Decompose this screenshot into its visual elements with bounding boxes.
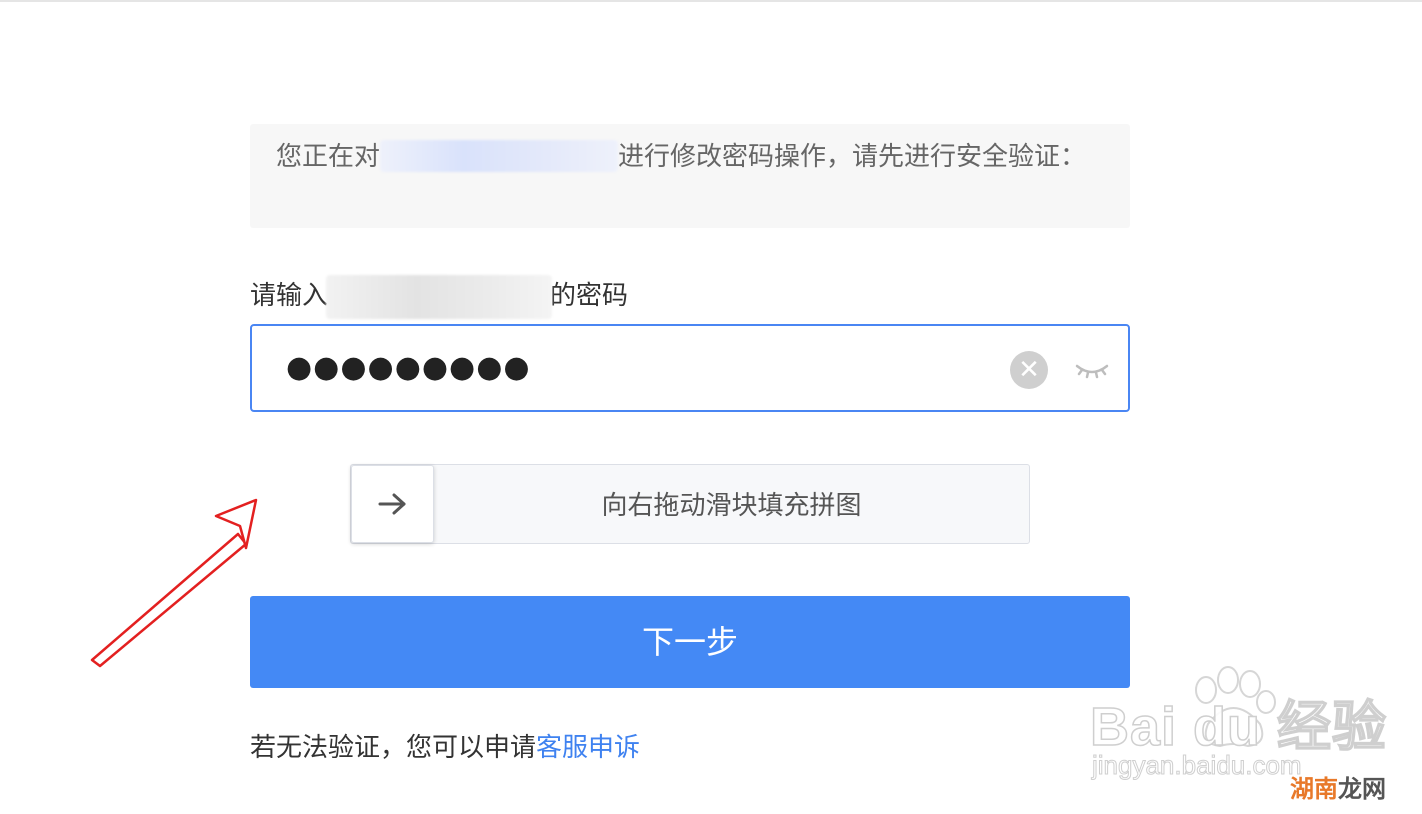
- footer-text: 若无法验证，您可以申请: [250, 733, 537, 763]
- blurred-account: [380, 139, 619, 172]
- eye-closed-icon[interactable]: [1074, 354, 1110, 382]
- next-step-button[interactable]: 下一步: [250, 596, 1130, 688]
- label-prefix: 请输入: [250, 281, 329, 311]
- site-watermark: 湖南龙网: [1290, 774, 1386, 804]
- slider-instruction: 向右拖动滑块填充拼图: [601, 491, 862, 521]
- security-notice: 您正在对 进行修改密码操作，请先进行安全验证：: [250, 124, 1130, 228]
- blurred-account-label: [326, 274, 553, 319]
- site-watermark-part1: 湖南: [1290, 775, 1338, 803]
- arrow-right-icon: [378, 493, 405, 515]
- red-arrow-annotation: [90, 498, 258, 668]
- baidu-url-watermark: jingyan.baidu.com: [1092, 750, 1303, 781]
- footer-help: 若无法验证，您可以申请客服申诉: [250, 728, 640, 768]
- slider-handle[interactable]: [351, 465, 434, 543]
- password-field-label: 请输入 的密码: [250, 274, 629, 319]
- close-circle-icon[interactable]: ✕: [1010, 351, 1048, 389]
- notice-text-after: 进行修改密码操作，请先进行安全验证：: [618, 142, 1087, 172]
- label-suffix: 的密码: [550, 281, 629, 311]
- password-input[interactable]: ●●●●●●●●● ✕: [250, 324, 1130, 412]
- slider-captcha[interactable]: 向右拖动滑块填充拼图: [350, 464, 1030, 544]
- notice-text-before: 您正在对: [276, 142, 381, 172]
- password-value[interactable]: ●●●●●●●●●: [286, 346, 531, 390]
- appeal-link[interactable]: 客服申诉: [536, 733, 640, 763]
- password-change-page: 您正在对 进行修改密码操作，请先进行安全验证： 请输入 的密码 ●●●●●●●●● …: [0, 0, 1422, 814]
- site-watermark-part2: 龙网: [1338, 775, 1386, 803]
